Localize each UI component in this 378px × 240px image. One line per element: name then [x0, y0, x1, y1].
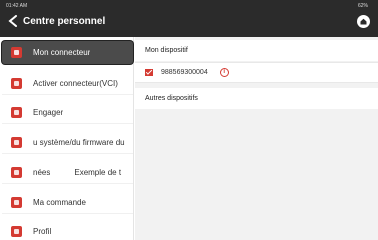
sidebar-item-my-order[interactable]: Ma commande	[2, 191, 133, 214]
sidebar-item-label: nées	[33, 167, 51, 177]
sidebar-item-label-secondary: Exemple de t	[74, 167, 122, 177]
lock-icon	[11, 47, 22, 58]
mail-icon	[11, 166, 22, 178]
my-devices-header: Mon dispositif	[135, 40, 378, 61]
sidebar-item-data-sample[interactable]: nées Exemple de t	[2, 161, 133, 184]
sidebar-item-label: Engager	[33, 107, 64, 117]
checkbox-icon[interactable]	[145, 69, 153, 76]
sidebar-item-engager[interactable]: Engager	[2, 101, 133, 124]
sidebar-item-label: Mon connecteur	[33, 48, 91, 57]
profile-icon	[11, 225, 22, 237]
page-title: Centre personnel	[23, 16, 106, 27]
sidebar: Mon connecteur Activer connecteur(VCI) E…	[0, 37, 134, 240]
top-bar: 01:42 AM 62% Centre personnel	[0, 0, 378, 37]
activate-icon	[11, 77, 22, 89]
device-serial: 988569300004	[161, 69, 208, 76]
home-icon[interactable]	[357, 15, 370, 28]
back-arrow-icon[interactable]	[8, 15, 18, 27]
info-icon[interactable]: i	[219, 68, 229, 77]
sidebar-item-label: Ma commande	[33, 197, 86, 207]
sidebar-item-profile[interactable]: Profil	[2, 220, 133, 240]
battery-status: 62%	[357, 3, 368, 9]
sidebar-item-label: Activer connecteur(VCI)	[33, 78, 118, 88]
shield-icon	[11, 106, 22, 118]
order-icon	[11, 196, 22, 208]
sidebar-item-firmware[interactable]: u système/du firmware du	[2, 131, 133, 154]
sidebar-item-activate-vci[interactable]: Activer connecteur(VCI)	[2, 72, 133, 95]
other-devices-header[interactable]: Autres dispositifs	[135, 88, 378, 109]
tools-icon	[11, 136, 22, 148]
main-panel: Mon dispositif 988569300004 i Autres dis…	[135, 37, 378, 240]
sidebar-item-my-connector[interactable]: Mon connecteur	[2, 41, 133, 64]
sidebar-item-label: u système/du firmware du	[33, 137, 125, 147]
device-row[interactable]: 988569300004 i	[135, 62, 378, 83]
status-time: 01:42 AM	[6, 3, 28, 9]
sidebar-item-label: Profil	[33, 226, 52, 236]
